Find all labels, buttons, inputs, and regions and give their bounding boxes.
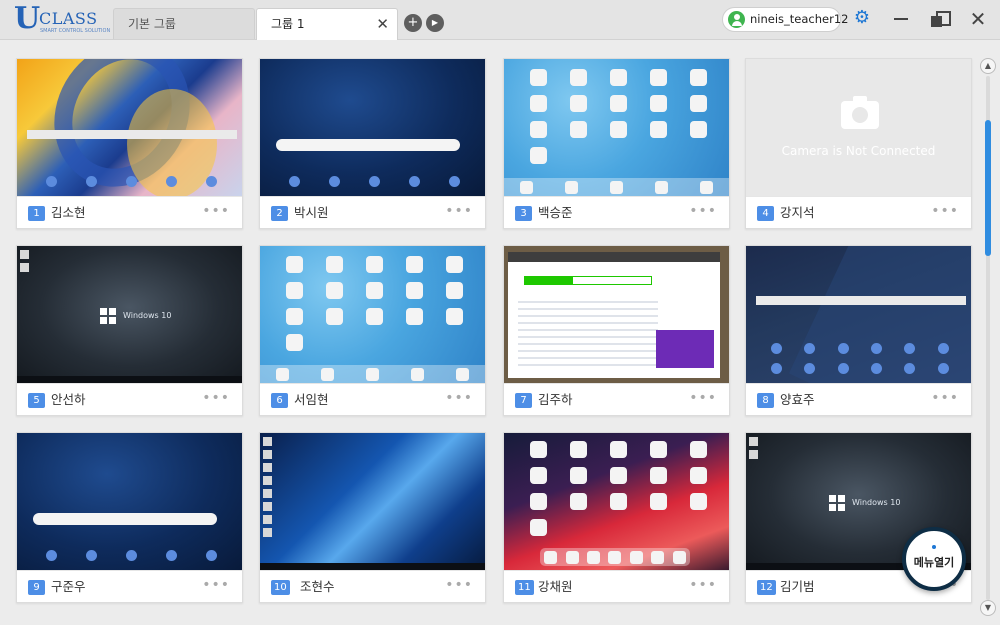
student-name: 김기범 xyxy=(780,579,815,594)
card-footer: 2 박시원 ••• xyxy=(260,196,485,229)
restore-button[interactable] xyxy=(927,7,951,31)
device-card[interactable]: Windows 10 5 안선하 ••• xyxy=(16,245,243,416)
device-number: 10 xyxy=(271,580,290,595)
device-number: 5 xyxy=(28,393,45,408)
student-name: 구준우 xyxy=(51,579,86,594)
user-account[interactable]: nineis_teacher12 xyxy=(722,7,848,32)
device-grid: 1 김소현 ••• 2 박시원 ••• 3 백승준 ••• Camera is xyxy=(0,40,1000,625)
more-options-icon[interactable]: ••• xyxy=(445,576,473,594)
avatar xyxy=(728,11,745,28)
menu-button-label: 메뉴열기 xyxy=(913,556,955,569)
device-screen[interactable] xyxy=(17,433,242,570)
scroll-up-button[interactable]: ▲ xyxy=(980,58,996,74)
more-options-icon[interactable]: ••• xyxy=(689,389,717,407)
student-name: 강채원 xyxy=(538,579,573,594)
student-name: 조현수 xyxy=(300,579,335,594)
minimize-button[interactable] xyxy=(889,7,913,31)
os-label: Windows 10 xyxy=(123,311,172,320)
scroll-thumb[interactable] xyxy=(985,120,991,256)
user-name: nineis_teacher12 xyxy=(750,12,849,26)
camera-status-text: Camera is Not Connected xyxy=(781,144,936,158)
close-window-button[interactable]: ✕ xyxy=(966,7,990,31)
student-name: 박시원 xyxy=(294,205,329,220)
card-footer: 6 서임현 ••• xyxy=(260,383,485,416)
card-footer: 9 구준우 ••• xyxy=(17,570,242,603)
device-screen[interactable] xyxy=(746,246,971,383)
more-options-icon[interactable]: ••• xyxy=(445,202,473,220)
device-card[interactable]: 7 김주하 ••• xyxy=(503,245,730,416)
more-options-icon[interactable]: ••• xyxy=(931,389,959,407)
device-screen[interactable]: Camera is Not Connected xyxy=(746,59,971,196)
card-footer: 3 백승준 ••• xyxy=(504,196,729,229)
device-screen[interactable] xyxy=(260,59,485,196)
card-footer: 4 강지석 ••• xyxy=(746,196,971,229)
student-name: 양효주 xyxy=(780,392,815,407)
device-number: 6 xyxy=(271,393,288,408)
device-card[interactable]: 9 구준우 ••• xyxy=(16,432,243,603)
device-number: 11 xyxy=(515,580,534,595)
more-options-icon[interactable]: ••• xyxy=(202,576,230,594)
device-number: 12 xyxy=(757,580,776,595)
more-options-icon[interactable]: ••• xyxy=(202,389,230,407)
card-footer: 8 양효주 ••• xyxy=(746,383,971,416)
device-number: 1 xyxy=(28,206,45,221)
os-label: Windows 10 xyxy=(852,498,901,507)
device-screen[interactable] xyxy=(17,59,242,196)
device-card[interactable]: 11 강채원 ••• xyxy=(503,432,730,603)
device-number: 3 xyxy=(515,206,532,221)
close-icon[interactable]: ✕ xyxy=(376,9,389,39)
student-name: 강지석 xyxy=(780,205,815,220)
device-screen[interactable]: Windows 10 xyxy=(17,246,242,383)
more-options-icon[interactable]: ••• xyxy=(931,202,959,220)
more-options-icon[interactable]: ••• xyxy=(689,576,717,594)
student-name: 김소현 xyxy=(51,205,86,220)
more-options-icon[interactable]: ••• xyxy=(202,202,230,220)
windows-logo-icon xyxy=(100,308,116,324)
student-name: 백승준 xyxy=(538,205,573,220)
device-screen[interactable] xyxy=(260,433,485,570)
device-screen[interactable] xyxy=(504,433,729,570)
title-bar: U CLASS SMART CONTROL SOLUTION 기본 그룹 그룹 … xyxy=(0,0,1000,40)
device-number: 9 xyxy=(28,580,45,595)
student-name: 안선하 xyxy=(51,392,86,407)
app-logo: U CLASS SMART CONTROL SOLUTION xyxy=(14,1,111,36)
card-footer: 10 조현수 ••• xyxy=(260,570,485,603)
card-footer: 7 김주하 ••• xyxy=(504,383,729,416)
device-number: 2 xyxy=(271,206,288,221)
device-screen[interactable] xyxy=(504,59,729,196)
tab-label: 기본 그룹 xyxy=(128,17,176,31)
device-number: 4 xyxy=(757,206,774,221)
student-name: 서임현 xyxy=(294,392,329,407)
device-number: 8 xyxy=(757,393,774,408)
device-card[interactable]: 2 박시원 ••• xyxy=(259,58,486,229)
open-menu-button[interactable]: 메뉴열기 xyxy=(902,527,966,591)
device-card[interactable]: 1 김소현 ••• xyxy=(16,58,243,229)
device-card[interactable]: Camera is Not Connected 4 강지석 ••• xyxy=(745,58,972,229)
vertical-scrollbar[interactable]: ▲ ▼ xyxy=(980,54,996,622)
student-name: 김주하 xyxy=(538,392,573,407)
gear-icon[interactable]: ⚙ xyxy=(853,9,871,27)
card-footer: 5 안선하 ••• xyxy=(17,383,242,416)
play-icon[interactable]: ▶ xyxy=(426,14,444,32)
tab-label: 그룹 1 xyxy=(271,17,305,31)
device-card[interactable]: 8 양효주 ••• xyxy=(745,245,972,416)
more-options-icon[interactable]: ••• xyxy=(689,202,717,220)
more-options-icon[interactable]: ••• xyxy=(445,389,473,407)
indicator-dot-icon xyxy=(932,545,936,549)
search-bar-thumb xyxy=(27,130,237,139)
tab-default-group[interactable]: 기본 그룹 xyxy=(113,8,255,39)
add-tab-button[interactable]: + xyxy=(404,14,422,32)
device-card[interactable]: 10 조현수 ••• xyxy=(259,432,486,603)
windows-logo-icon xyxy=(829,495,845,511)
card-footer: 1 김소현 ••• xyxy=(17,196,242,229)
device-number: 7 xyxy=(515,393,532,408)
tab-group-1[interactable]: 그룹 1 ✕ xyxy=(256,8,398,40)
camera-icon xyxy=(841,96,879,129)
scroll-down-button[interactable]: ▼ xyxy=(980,600,996,616)
device-screen[interactable] xyxy=(504,246,729,383)
device-screen[interactable] xyxy=(260,246,485,383)
device-card[interactable]: 3 백승준 ••• xyxy=(503,58,730,229)
device-card[interactable]: 6 서임현 ••• xyxy=(259,245,486,416)
card-footer: 11 강채원 ••• xyxy=(504,570,729,603)
